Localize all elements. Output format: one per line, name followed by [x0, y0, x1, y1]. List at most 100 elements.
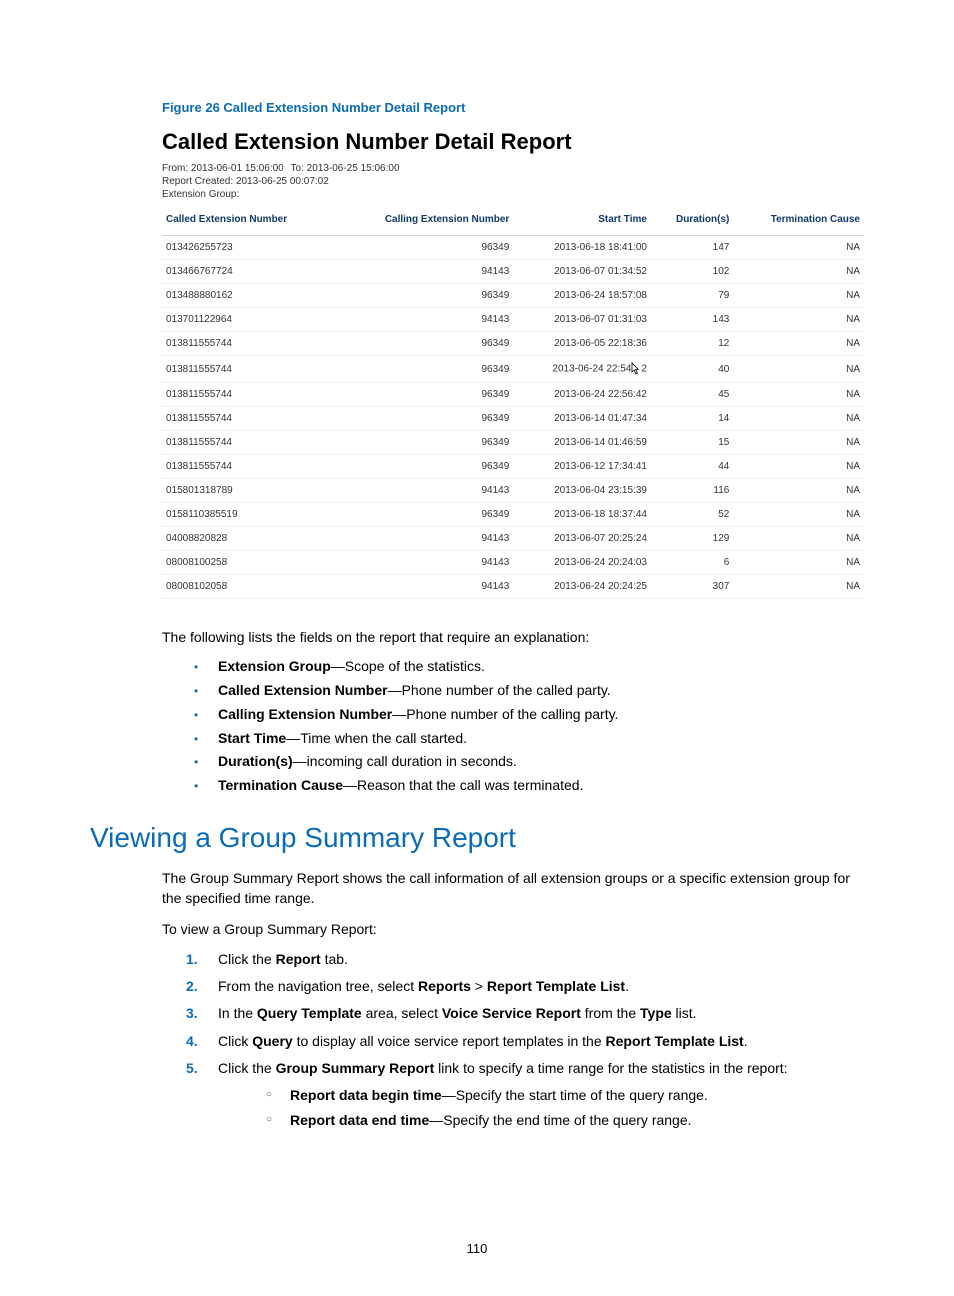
desc: —Reason that the call was terminated. [343, 777, 583, 793]
table-row: 08008102058941432013-06-24 20:24:25307NA [162, 575, 864, 599]
cell: 15 [651, 431, 733, 455]
cell: 2013-06-24 20:24:25 [513, 575, 651, 599]
sub-text: —Specify the end time of the query range… [429, 1112, 691, 1128]
cursor-icon [631, 362, 641, 376]
explain-item: Duration(s)—incoming call duration in se… [162, 750, 864, 774]
step-4: 4. Click Query to display all voice serv… [162, 1029, 864, 1054]
step-text: list. [672, 1005, 697, 1021]
cell: 94143 [335, 527, 513, 551]
cell: 6 [651, 551, 733, 575]
cell: NA [733, 527, 864, 551]
sub-text: —Specify the start time of the query ran… [442, 1087, 708, 1103]
th-called: Called Extension Number [162, 208, 335, 236]
cell: 96349 [335, 332, 513, 356]
cell: 116 [651, 479, 733, 503]
cell: 013701122964 [162, 308, 335, 332]
step-bold: Query [252, 1033, 292, 1049]
cell: 40 [651, 356, 733, 383]
sub-item: Report data end time—Specify the end tim… [218, 1108, 864, 1133]
term: Calling Extension Number [218, 706, 392, 722]
cell: 2013-06-05 22:18:36 [513, 332, 651, 356]
step-text: tab. [321, 951, 348, 967]
cell: 08008100258 [162, 551, 335, 575]
cell: 013811555744 [162, 332, 335, 356]
step-bold: Report Template List [487, 978, 625, 994]
cell: NA [733, 407, 864, 431]
table-row: 08008100258941432013-06-24 20:24:036NA [162, 551, 864, 575]
cell: 08008102058 [162, 575, 335, 599]
step-text: In the [218, 1005, 257, 1021]
cell: 2013-06-04 23:15:39 [513, 479, 651, 503]
cell: 2013-06-18 18:37:44 [513, 503, 651, 527]
table-header-row: Called Extension Number Calling Extensio… [162, 208, 864, 236]
step-text: area, select [362, 1005, 442, 1021]
step-num: 5. [186, 1056, 198, 1081]
field-explanation: The following lists the fields on the re… [162, 627, 864, 798]
table-row: 013701122964941432013-06-07 01:31:03143N… [162, 308, 864, 332]
report-title: Called Extension Number Detail Report [162, 129, 864, 155]
table-row: 013811555744963492013-06-12 17:34:4144NA [162, 455, 864, 479]
table-body: 013426255723963492013-06-18 18:41:00147N… [162, 236, 864, 599]
sub-bold: Report data end time [290, 1112, 429, 1128]
cell: 2013-06-24 20:24:03 [513, 551, 651, 575]
step-text: > [471, 978, 487, 994]
cell: 013488880162 [162, 284, 335, 308]
cell: 2013-06-24 18:57:08 [513, 284, 651, 308]
cell: NA [733, 551, 864, 575]
step-bold: Group Summary Report [276, 1060, 435, 1076]
desc: —Phone number of the called party. [388, 682, 611, 698]
section-body: The Group Summary Report shows the call … [162, 868, 864, 1133]
explain-intro: The following lists the fields on the re… [162, 627, 864, 647]
explain-item: Start Time—Time when the call started. [162, 727, 864, 751]
th-calling: Calling Extension Number [335, 208, 513, 236]
cell: 129 [651, 527, 733, 551]
step-2: 2. From the navigation tree, select Repo… [162, 974, 864, 999]
explain-item: Termination Cause—Reason that the call w… [162, 774, 864, 798]
table-row: 013466767724941432013-06-07 01:34:52102N… [162, 260, 864, 284]
document-page: Figure 26 Called Extension Number Detail… [0, 0, 954, 1296]
cell: NA [733, 431, 864, 455]
table-row: 013811555744963492013-06-14 01:47:3414NA [162, 407, 864, 431]
cell: 14 [651, 407, 733, 431]
table-row: 013488880162963492013-06-24 18:57:0879NA [162, 284, 864, 308]
extension-group: Extension Group: [162, 189, 864, 200]
desc: —incoming call duration in seconds. [293, 753, 517, 769]
step-text: from the [581, 1005, 640, 1021]
term: Termination Cause [218, 777, 343, 793]
cell: 013811555744 [162, 455, 335, 479]
step-num: 2. [186, 974, 198, 999]
cell: 96349 [335, 383, 513, 407]
cell: 44 [651, 455, 733, 479]
cell: 143 [651, 308, 733, 332]
step-bold: Reports [418, 978, 471, 994]
to-label: To: [291, 163, 304, 174]
page-number: 110 [0, 1241, 954, 1256]
table-row: 013811555744963492013-06-05 22:18:3612NA [162, 332, 864, 356]
cell: 013466767724 [162, 260, 335, 284]
term: Duration(s) [218, 753, 293, 769]
explain-item: Called Extension Number—Phone number of … [162, 679, 864, 703]
table-row: 013811555744963492013-06-24 22:54240NA [162, 356, 864, 383]
th-start: Start Time [513, 208, 651, 236]
cell: 0158110385519 [162, 503, 335, 527]
group-label: Extension Group: [162, 189, 239, 200]
section-p1: The Group Summary Report shows the call … [162, 868, 864, 909]
step-text: Click [218, 1033, 252, 1049]
cell: 94143 [335, 260, 513, 284]
cell: 96349 [335, 236, 513, 260]
cell: 013811555744 [162, 383, 335, 407]
cell: 2013-06-14 01:47:34 [513, 407, 651, 431]
cell: NA [733, 356, 864, 383]
cell: 013811555744 [162, 431, 335, 455]
th-cause: Termination Cause [733, 208, 864, 236]
cell: 96349 [335, 407, 513, 431]
term: Extension Group [218, 658, 331, 674]
cell: 12 [651, 332, 733, 356]
cell: 2013-06-07 01:31:03 [513, 308, 651, 332]
report-created: Report Created: 2013-06-25 00:07:02 [162, 176, 864, 187]
table-row: 013811555744963492013-06-24 22:56:4245NA [162, 383, 864, 407]
step-num: 4. [186, 1029, 198, 1054]
cell: 2013-06-07 20:25:24 [513, 527, 651, 551]
th-duration: Duration(s) [651, 208, 733, 236]
cell: NA [733, 260, 864, 284]
